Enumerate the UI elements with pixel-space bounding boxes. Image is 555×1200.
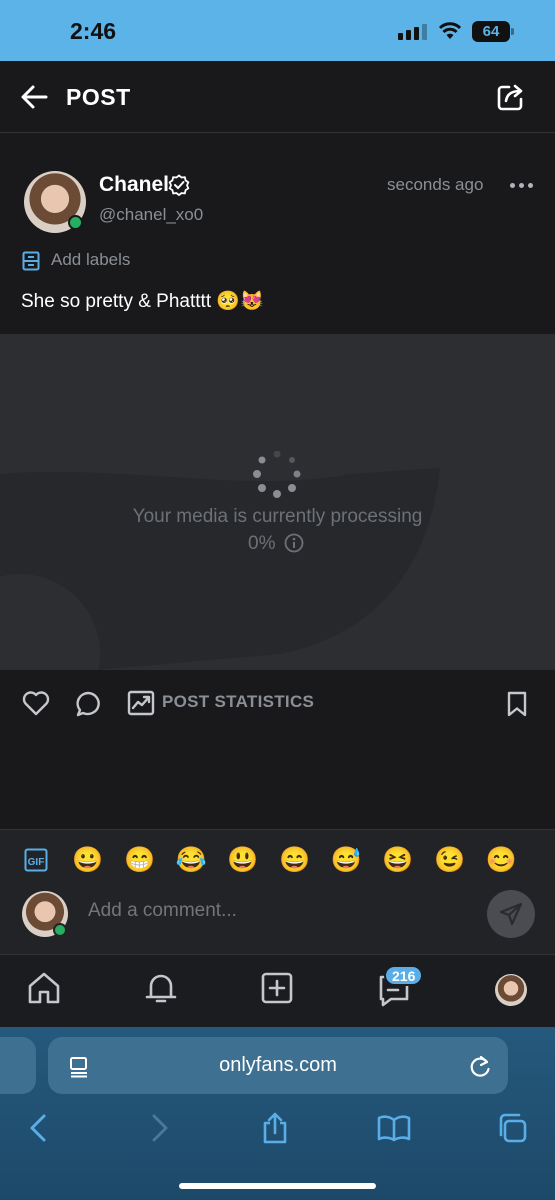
messages-count-badge: 216: [384, 965, 424, 986]
online-status-indicator: [68, 215, 83, 230]
emoji-button[interactable]: 😉: [424, 842, 476, 878]
emoji-button[interactable]: 😀: [62, 842, 114, 878]
send-comment-button[interactable]: [487, 890, 535, 938]
share-icon[interactable]: [496, 82, 526, 112]
label-icon[interactable]: [22, 251, 40, 271]
post-timestamp: seconds ago: [387, 175, 484, 194]
bookmark-icon[interactable]: [506, 690, 528, 718]
signal-icon: [398, 24, 427, 40]
quick-emoji-row: 😀 😁 😂 😃 😄 😅 😆 😉 😊: [62, 842, 527, 878]
wifi-icon: [438, 22, 462, 39]
online-status-indicator: [53, 923, 67, 937]
back-arrow-icon[interactable]: [20, 84, 48, 110]
new-post-icon[interactable]: [260, 971, 294, 1005]
comment-bubble-icon[interactable]: [74, 690, 102, 718]
author-name[interactable]: Chanel: [99, 173, 169, 197]
browser-back-icon[interactable]: [27, 1113, 51, 1143]
post-caption: She so pretty & Phatttt 🥺😻: [21, 291, 264, 312]
reload-icon[interactable]: [468, 1054, 492, 1080]
loading-spinner-icon: [253, 451, 301, 498]
home-indicator: [179, 1183, 376, 1189]
emoji-button[interactable]: 😁: [114, 842, 166, 878]
profile-avatar[interactable]: [495, 974, 527, 1006]
info-icon[interactable]: [284, 533, 304, 553]
statistics-icon[interactable]: [127, 690, 155, 716]
notifications-icon[interactable]: [143, 970, 179, 1006]
add-labels-button[interactable]: Add labels: [51, 250, 130, 270]
emoji-button[interactable]: 😂: [165, 842, 217, 878]
emoji-button[interactable]: 😅: [320, 842, 372, 878]
more-options-icon[interactable]: [510, 183, 533, 188]
author-handle[interactable]: @chanel_xo0: [99, 205, 203, 225]
heart-icon[interactable]: [22, 690, 50, 716]
browser-share-icon[interactable]: [261, 1111, 289, 1145]
page-title: POST: [66, 84, 131, 110]
url-text[interactable]: onlyfans.com: [48, 1054, 508, 1077]
home-icon[interactable]: [26, 970, 62, 1006]
emoji-button[interactable]: 😃: [217, 842, 269, 878]
browser-forward-icon[interactable]: [147, 1113, 171, 1143]
processing-message: Your media is currently processing: [132, 506, 423, 527]
bookmarks-icon[interactable]: [377, 1114, 411, 1142]
battery-icon: 64: [472, 21, 510, 42]
svg-text:GIF: GIF: [28, 857, 45, 868]
emoji-button[interactable]: 😊: [476, 842, 528, 878]
verified-badge-icon: [168, 174, 190, 196]
media-placeholder[interactable]: [0, 334, 555, 670]
comment-input[interactable]: [88, 900, 468, 922]
post-statistics-button[interactable]: POST STATISTICS: [162, 692, 314, 712]
emoji-button[interactable]: 😆: [372, 842, 424, 878]
battery-nub: [511, 28, 514, 35]
send-icon: [499, 902, 523, 926]
tabs-icon[interactable]: [496, 1112, 528, 1144]
previous-tab-preview[interactable]: [0, 1037, 36, 1094]
status-time: 2:46: [70, 18, 117, 44]
emoji-button[interactable]: 😄: [269, 842, 321, 878]
processing-progress: 0%: [248, 533, 276, 554]
gif-icon[interactable]: GIF: [24, 848, 48, 872]
watermark-logo-icon: [0, 468, 440, 670]
